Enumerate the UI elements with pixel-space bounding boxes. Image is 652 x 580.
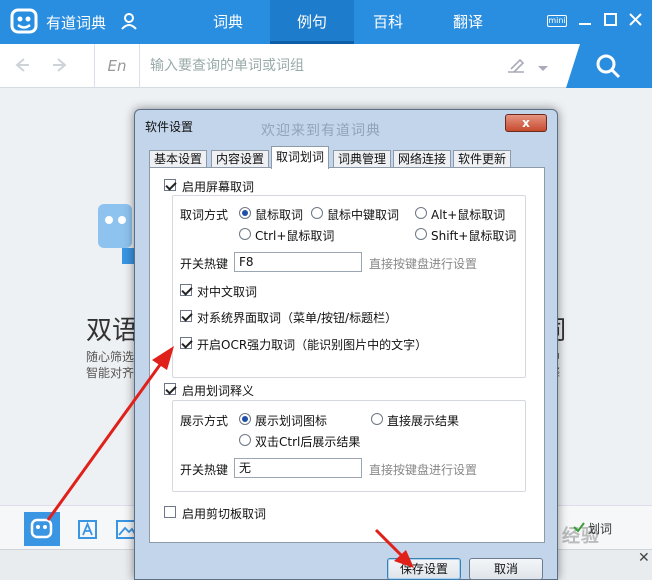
app-title: 有道词典 (46, 14, 107, 32)
title-bar: 有道词典 词典 例句 百科 翻译 mini (0, 0, 652, 44)
close-icon[interactable]: ✕ (638, 550, 650, 566)
selection-group: 展示方式 展示划词图标 直接展示结果 双击Ctrl后展示结果 开关热键 无 直接… (172, 400, 526, 492)
clipboard-capture-checkbox[interactable] (164, 506, 176, 518)
close-icon[interactable] (628, 12, 644, 31)
system-ui-capture-label: 对系统界面取词（菜单/按钮/标题栏） (197, 311, 398, 325)
radio-ctrl-mouse-capture-label: Ctrl+鼠标取词 (255, 229, 335, 243)
radio-double-ctrl-label: 双击Ctrl后展示结果 (255, 435, 361, 449)
tab-dictionary[interactable]: 词典 (186, 0, 270, 44)
enable-selection-label: 启用划词释义 (182, 384, 255, 398)
tab-word-capture[interactable]: 取词划词 (271, 146, 330, 169)
enable-screen-capture-label: 启用屏幕取词 (182, 180, 255, 194)
hotkey-hint: 直接按键盘进行设置 (369, 257, 478, 271)
radio-shift-mouse-capture-label: Shift+鼠标取词 (431, 229, 517, 243)
youdao-logo-icon (30, 518, 54, 543)
radio-alt-mouse-capture[interactable] (415, 207, 427, 219)
promo-heading: 双语 (86, 316, 139, 346)
handwriting-icon[interactable] (506, 57, 526, 78)
search-icon (596, 54, 622, 83)
checkmark-icon (572, 520, 586, 537)
save-settings-button[interactable]: 保存设置 (387, 558, 461, 580)
youdao-logo-icon (10, 8, 40, 39)
text-tool-button[interactable] (70, 512, 106, 546)
hotkey-hint: 直接按键盘进行设置 (369, 463, 478, 477)
search-button[interactable] (566, 44, 652, 88)
tab-encyclopedia[interactable]: 百科 (346, 0, 430, 44)
ocr-capture-checkbox[interactable] (180, 337, 192, 349)
maximize-icon[interactable] (604, 12, 618, 31)
tab-content-settings[interactable]: 内容设置 (211, 150, 270, 168)
tab-translate[interactable]: 翻译 (426, 0, 510, 44)
chinese-capture-checkbox[interactable] (180, 284, 192, 296)
display-mode-label: 展示方式 (180, 414, 229, 428)
promo-illustration-icon (98, 204, 138, 267)
word-capture-panel: 启用屏幕取词 取词方式 鼠标取词 鼠标中键取词 Alt+鼠标取词 Ctrl+鼠标… (149, 167, 545, 543)
dialog-ghost-title: 欢迎来到有道词典 (261, 123, 381, 139)
search-bar: En (0, 44, 652, 88)
dialog-title: 软件设置 (145, 120, 194, 134)
capture-tool-button[interactable] (24, 512, 60, 546)
selection-hotkey-field[interactable]: 无 (234, 458, 362, 478)
chinese-capture-label: 对中文取词 (197, 285, 258, 299)
user-icon[interactable] (120, 12, 138, 33)
radio-alt-mouse-capture-label: Alt+鼠标取词 (431, 208, 506, 222)
letter-a-icon (78, 520, 98, 543)
search-input[interactable] (150, 54, 490, 78)
ocr-capture-label: 开启OCR强力取词（能识别图片中的文字） (197, 338, 428, 352)
tab-network[interactable]: 网络连接 (393, 150, 452, 168)
tab-dictionary-manage[interactable]: 词典管理 (333, 150, 392, 168)
chevron-down-icon[interactable] (538, 62, 548, 76)
enable-screen-capture-checkbox[interactable] (164, 179, 176, 191)
radio-middle-button-capture-label: 鼠标中键取词 (327, 208, 400, 222)
mini-mode-button[interactable]: mini (547, 15, 567, 27)
forward-arrow-icon[interactable] (52, 56, 70, 77)
back-arrow-icon[interactable] (12, 56, 30, 77)
enable-selection-checkbox[interactable] (164, 383, 176, 395)
radio-ctrl-mouse-capture[interactable] (239, 228, 251, 240)
capture-hotkey-field[interactable]: F8 (234, 252, 362, 272)
dialog-close-button[interactable]: x (505, 114, 547, 132)
radio-show-icon-label: 展示划词图标 (255, 414, 328, 428)
hotkey-label: 开关热键 (180, 257, 229, 271)
screen-capture-group: 取词方式 鼠标取词 鼠标中键取词 Alt+鼠标取词 Ctrl+鼠标取词 Shif… (172, 195, 526, 378)
clipboard-capture-label: 启用剪切板取词 (182, 507, 267, 521)
capture-method-label: 取词方式 (180, 208, 229, 222)
radio-show-icon[interactable] (239, 413, 251, 425)
cancel-button[interactable]: 取消 (469, 558, 543, 580)
minimize-icon[interactable] (578, 12, 592, 31)
tab-examples[interactable]: 例句 (270, 0, 354, 44)
settings-dialog: 软件设置 欢迎来到有道词典 x 基本设置 内容设置 取词划词 词典管理 网络连接… (134, 109, 558, 580)
radio-middle-button-capture[interactable] (311, 207, 323, 219)
language-selector[interactable]: En (94, 44, 140, 88)
radio-mouse-capture-label: 鼠标取词 (255, 208, 304, 222)
system-ui-capture-checkbox[interactable] (180, 310, 192, 322)
radio-shift-mouse-capture[interactable] (415, 228, 427, 240)
promo-text-line: 智能对齐 (86, 366, 135, 380)
tab-software-update[interactable]: 软件更新 (453, 150, 512, 168)
radio-show-result-label: 直接展示结果 (387, 414, 460, 428)
radio-double-ctrl[interactable] (239, 434, 251, 446)
tab-basic-settings[interactable]: 基本设置 (149, 150, 208, 168)
promo-text-line: 随心筛选 (86, 350, 135, 364)
hotkey-label: 开关热键 (180, 463, 229, 477)
radio-mouse-capture[interactable] (239, 207, 251, 219)
huaci-toggle[interactable]: 划词 (588, 520, 612, 537)
radio-show-result[interactable] (371, 413, 383, 425)
